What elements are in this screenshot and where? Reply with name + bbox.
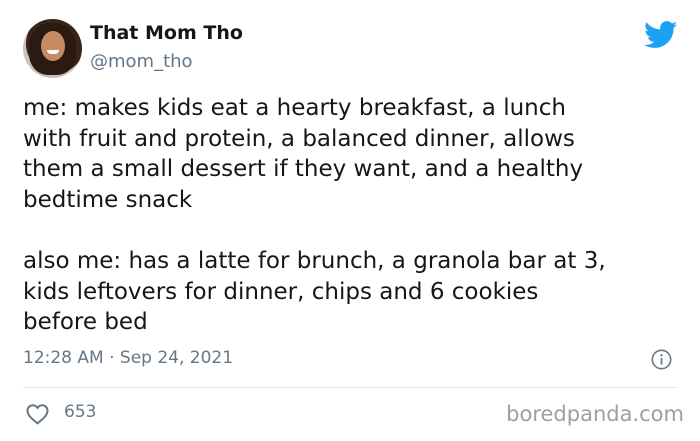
author-handle[interactable]: @mom_tho [90,51,193,72]
like-count: 653 [64,402,97,422]
tweet-text: me: makes kids eat a hearty breakfast, a… [23,95,606,336]
heart-icon[interactable] [25,403,50,425]
watermark: boredpanda.com [506,402,684,426]
divider [23,387,677,388]
tweet-card: That Mom Tho @mom_tho me: makes kids eat… [0,0,700,441]
tweet-timestamp[interactable]: 12:28 AM · Sep 24, 2021 [23,348,233,368]
twitter-bird-icon[interactable] [644,21,678,49]
info-icon[interactable] [651,349,672,370]
author-name[interactable]: That Mom Tho [90,22,243,44]
avatar[interactable] [23,19,82,78]
